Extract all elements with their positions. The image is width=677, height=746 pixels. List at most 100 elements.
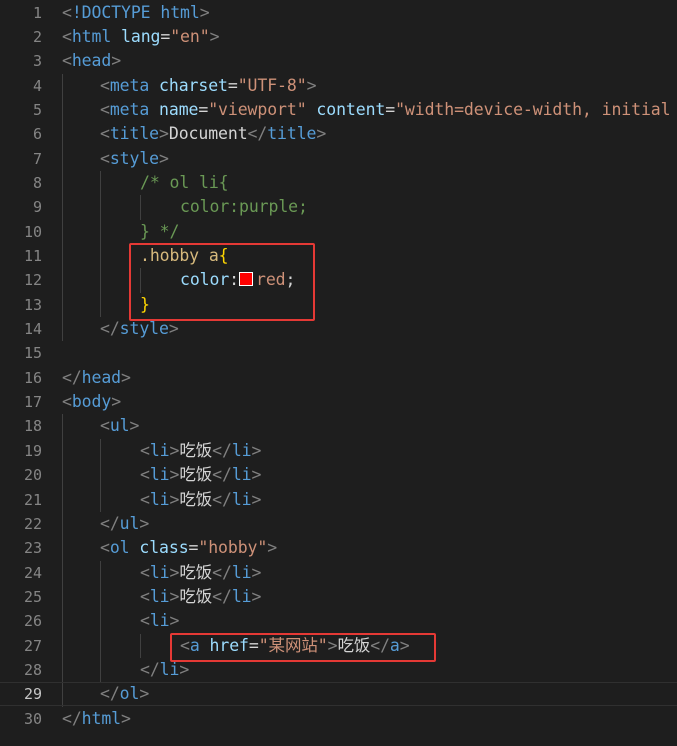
code-line[interactable]: 22 </ul> [0,512,677,536]
code-text: <li> [140,609,179,633]
line-number: 21 [23,490,42,509]
code-line[interactable]: 11 .hobby a{ [0,244,677,268]
line-number: 13 [23,295,42,314]
code-line[interactable]: 1 <!DOCTYPE html> [0,1,677,25]
code-text: <li>吃饭</li> [140,561,261,585]
code-line[interactable]: 17 <body> [0,390,677,414]
attribute-name-token: class [139,538,189,558]
tag-name-token: ul [109,416,130,436]
code-line[interactable]: 15 [0,341,677,365]
code-line[interactable]: 9 color:purple; [0,195,677,219]
line-number: 24 [23,563,42,582]
punctuation-token: > [168,319,179,339]
attribute-value-token: "UTF-8" [237,75,307,95]
code-line[interactable]: 23 <ol class="hobby"> [0,536,677,560]
code-line[interactable]: 21 <li>吃饭</li> [0,488,677,512]
line-number: 3 [32,52,42,71]
code-line[interactable]: 16 </head> [0,366,677,390]
code-line[interactable]: 13} [0,293,677,317]
code-text: <!DOCTYPE html> [62,1,210,25]
tag-name-token: li [231,562,252,582]
code-line[interactable]: 7 <style> [0,147,677,171]
code-line[interactable]: 12 color: red; [0,268,677,292]
attribute-value-token: "width=device-width, initial [395,99,671,119]
tag-name-token: ol [119,684,140,704]
code-line[interactable]: 10} */ [0,220,677,244]
punctuation-token: < [62,26,72,46]
code-line[interactable]: 18 <ul> [0,414,677,438]
tag-name-token: meta [109,99,150,119]
code-line[interactable]: 30 </html> [0,707,677,731]
line-number: 4 [32,76,42,95]
tag-name-token: !DOCTYPE [71,2,161,22]
code-line[interactable]: 5 <meta name="viewport" content="width=de… [0,98,677,122]
code-text: </ul> [100,512,149,536]
code-line[interactable]: 14 </style> [0,317,677,341]
code-text: <ul> [100,414,139,438]
comment-token: } */ [140,221,180,241]
code-line[interactable]: 2 <html lang="en"> [0,25,677,49]
code-editor[interactable]: 1 <!DOCTYPE html> 2 <html lang="en"> 3 <head>… [0,0,677,746]
highlight-box-style-rule [129,243,315,322]
line-number: 7 [32,149,42,168]
line-number: 9 [32,198,42,217]
punctuation-token: < [140,465,150,485]
code-line[interactable]: 24 <li>吃饭</li> [0,561,677,585]
punctuation-token: > [169,611,180,631]
punctuation-token: > [306,75,317,95]
tag-name-token: title [267,124,317,144]
punctuation-token: > [169,562,180,582]
code-line[interactable]: 20 <li>吃饭</li> [0,463,677,487]
line-number: 20 [23,466,42,485]
punctuation-token: < [100,416,110,436]
code-text: </head> [62,366,131,390]
tag-name-token: li [149,562,170,582]
code-line[interactable]: 25 <li>吃饭</li> [0,585,677,609]
tag-name-token: title [109,124,160,144]
tag-name-token: style [119,319,169,339]
code-text: } */ [140,220,179,244]
punctuation-token: > [169,489,180,509]
code-line[interactable]: 26 <li> [0,609,677,633]
code-text: <html lang="en"> [62,25,220,49]
code-line[interactable]: 4 <meta charset="UTF-8"> [0,74,677,98]
code-text: <ol class="hobby"> [100,536,277,560]
punctuation-token: </ [140,659,160,679]
code-line[interactable]: 19 <li>吃饭</li> [0,439,677,463]
line-number: 26 [23,612,42,631]
line-number: 22 [23,514,42,533]
line-number: 16 [23,368,42,387]
code-line[interactable]: 29 </ol> [0,682,677,706]
tag-name-token: ul [119,513,140,533]
text-token: = [227,75,238,95]
code-line[interactable]: 3 <head> [0,49,677,73]
punctuation-token: > [209,26,220,46]
punctuation-token: < [140,611,150,631]
punctuation-token: < [100,75,110,95]
punctuation-token: > [139,513,150,533]
code-line[interactable]: 6 <title>Document</title> [0,122,677,146]
punctuation-token: > [316,124,327,144]
tag-name-token: li [149,489,170,509]
punctuation-token: </ [247,124,268,144]
code-text: <li>吃饭</li> [140,585,261,609]
punctuation-token: > [179,659,190,679]
punctuation-token: < [62,51,72,71]
tag-name-token: style [109,148,160,168]
attribute-name-token: content [316,99,386,119]
tag-name-token: li [231,586,252,606]
punctuation-token: </ [212,440,232,460]
line-number: 15 [23,344,42,363]
line-number: 11 [23,247,42,265]
punctuation-token: > [121,367,131,387]
code-text: color:purple; [180,195,308,219]
attribute-name-token: name [159,99,199,119]
text-token: = [385,99,396,119]
code-line[interactable]: 8 /* ol li{ [0,171,677,195]
code-text: <head> [62,49,121,73]
tag-name-token: li [231,489,252,509]
